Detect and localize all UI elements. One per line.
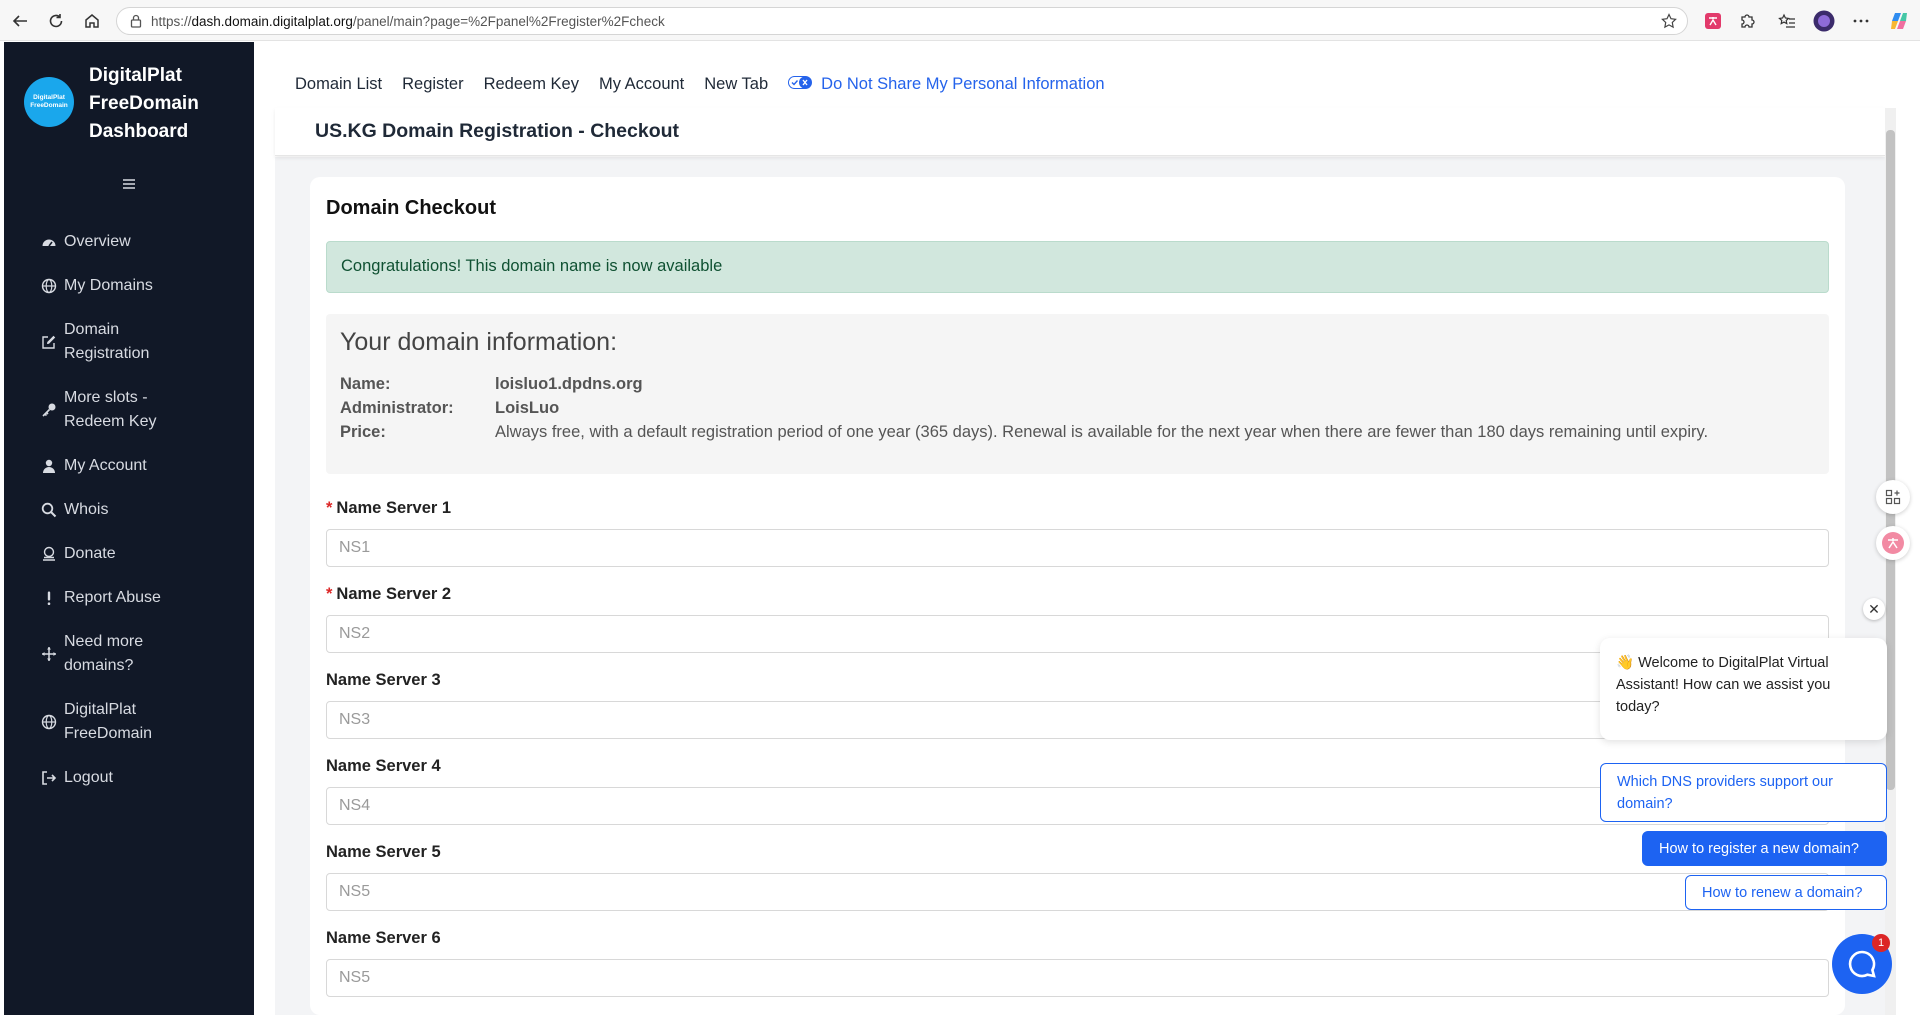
checkout-card: Domain Checkout Congratulations! This do… bbox=[310, 177, 1845, 1015]
page-title-bar: US.KG Domain Registration - Checkout bbox=[275, 108, 1885, 156]
nav-new-tab[interactable]: New Tab bbox=[704, 75, 768, 94]
brand-title: DigitalPlat FreeDomain Dashboard bbox=[89, 65, 199, 142]
top-navigation: Domain List Register Redeem Key My Accou… bbox=[275, 62, 1896, 106]
edit-icon bbox=[40, 333, 58, 351]
url-path: /panel/main?page=%2Fpanel%2Fregister%2Fc… bbox=[352, 13, 665, 29]
key-icon bbox=[40, 401, 58, 419]
url-host: dash.domain.digitalplat.org bbox=[191, 13, 353, 29]
globe-icon bbox=[40, 713, 58, 731]
name-server-5-input[interactable] bbox=[326, 873, 1829, 911]
sidebar-item-donate[interactable]: Donate bbox=[4, 532, 254, 576]
nav-register[interactable]: Register bbox=[402, 75, 463, 94]
chat-close-button[interactable]: ✕ bbox=[1863, 598, 1885, 620]
copilot-icon[interactable] bbox=[1888, 10, 1910, 32]
brand[interactable]: DigitalPlat FreeDomain DigitalPlat FreeD… bbox=[4, 42, 254, 162]
nav-redeem-key[interactable]: Redeem Key bbox=[484, 75, 579, 94]
price-value: Always free, with a default registration… bbox=[495, 423, 1709, 441]
sidebar-item-whois[interactable]: Whois bbox=[4, 488, 254, 532]
globe-icon bbox=[40, 277, 58, 295]
dashboard-icon bbox=[40, 233, 58, 251]
sidebar-item-domain-registration[interactable]: Domain Registration bbox=[4, 308, 254, 376]
required-asterisk: * bbox=[326, 499, 333, 517]
search-icon bbox=[40, 501, 58, 519]
page-title: US.KG Domain Registration - Checkout bbox=[315, 120, 680, 142]
lock-icon bbox=[129, 14, 143, 31]
privacy-link[interactable]: Do Not Share My Personal Information bbox=[788, 74, 1105, 94]
domain-info-panel: Your domain information: Name: loisluo1.… bbox=[326, 314, 1829, 474]
chat-option-renew-domain[interactable]: How to renew a domain? bbox=[1685, 875, 1887, 910]
name-server-5-label: Name Server 5 bbox=[326, 843, 441, 861]
nav-domain-list[interactable]: Domain List bbox=[295, 75, 382, 94]
add-app-icon[interactable] bbox=[1876, 480, 1910, 514]
sidebar: DigitalPlat FreeDomain DigitalPlat FreeD… bbox=[4, 42, 254, 1015]
administrator-value: LoisLuo bbox=[495, 399, 560, 417]
sidebar-menu: Overview My Domains Domain Registration M… bbox=[4, 220, 254, 800]
extension-translate-icon[interactable] bbox=[1702, 10, 1724, 32]
more-menu-icon[interactable] bbox=[1850, 10, 1872, 32]
refresh-icon[interactable] bbox=[44, 9, 68, 33]
success-alert: Congratulations! This domain name is now… bbox=[326, 241, 1829, 293]
home-icon[interactable] bbox=[80, 9, 104, 33]
brand-logo: DigitalPlat FreeDomain bbox=[24, 77, 74, 127]
info-row-name: Name: loisluo1.dpdns.org bbox=[340, 375, 643, 393]
domain-name-value: loisluo1.dpdns.org bbox=[495, 375, 643, 393]
exclamation-icon bbox=[40, 589, 58, 607]
domain-info-heading: Your domain information: bbox=[340, 328, 618, 356]
chat-option-register-domain[interactable]: How to register a new domain? bbox=[1642, 831, 1887, 866]
card-title: Domain Checkout bbox=[326, 197, 497, 219]
required-asterisk: * bbox=[326, 585, 333, 603]
chat-bubble-icon bbox=[1848, 950, 1876, 978]
donate-icon bbox=[40, 545, 58, 563]
browser-toolbar: https://dash.domain.digitalplat.org/pane… bbox=[0, 0, 1920, 41]
sidebar-item-my-domains[interactable]: My Domains bbox=[4, 264, 254, 308]
info-row-price: Price: Always free, with a default regis… bbox=[340, 423, 1709, 441]
chat-welcome-message: 👋 Welcome to DigitalPlat Virtual Assista… bbox=[1600, 638, 1887, 740]
sidebar-item-overview[interactable]: Overview bbox=[4, 220, 254, 264]
favorite-star-icon[interactable] bbox=[1661, 13, 1677, 32]
nav-my-account[interactable]: My Account bbox=[599, 75, 684, 94]
hamburger-menu-icon[interactable] bbox=[121, 176, 141, 192]
chat-option-dns-providers[interactable]: Which DNS providers support our domain? bbox=[1600, 763, 1887, 822]
favorites-list-icon[interactable] bbox=[1776, 10, 1798, 32]
translate-sidebar-icon[interactable] bbox=[1876, 526, 1910, 560]
sidebar-item-need-more-domains[interactable]: Need more domains? bbox=[4, 620, 254, 688]
chat-unread-badge: 1 bbox=[1872, 934, 1890, 952]
sidebar-item-logout[interactable]: Logout bbox=[4, 756, 254, 800]
name-server-2-label: * Name Server 2 bbox=[326, 585, 452, 603]
scrollbar-thumb[interactable] bbox=[1886, 130, 1895, 790]
info-row-administrator: Administrator: LoisLuo bbox=[340, 399, 560, 417]
privacy-toggle-icon bbox=[788, 75, 813, 94]
url-prefix: https:// bbox=[151, 13, 192, 29]
move-icon bbox=[40, 645, 58, 663]
user-icon bbox=[40, 457, 58, 475]
back-icon[interactable] bbox=[8, 9, 32, 33]
name-server-1-input[interactable] bbox=[326, 529, 1829, 567]
sidebar-item-redeem-key[interactable]: More slots - Redeem Key bbox=[4, 376, 254, 444]
name-server-1-label: * Name Server 1 bbox=[326, 499, 452, 517]
extensions-puzzle-icon[interactable] bbox=[1736, 10, 1758, 32]
profile-avatar-icon[interactable] bbox=[1813, 10, 1835, 32]
address-bar[interactable]: https://dash.domain.digitalplat.org/pane… bbox=[116, 7, 1688, 35]
sidebar-item-report-abuse[interactable]: Report Abuse bbox=[4, 576, 254, 620]
privacy-link-label: Do Not Share My Personal Information bbox=[821, 74, 1105, 93]
sidebar-item-my-account[interactable]: My Account bbox=[4, 444, 254, 488]
logout-icon bbox=[40, 769, 58, 787]
name-server-3-label: Name Server 3 bbox=[326, 671, 441, 689]
name-server-6-input[interactable] bbox=[326, 959, 1829, 997]
name-server-4-label: Name Server 4 bbox=[326, 757, 441, 775]
sidebar-item-digitalplat-freedomain[interactable]: DigitalPlat FreeDomain bbox=[4, 688, 254, 756]
name-server-6-label: Name Server 6 bbox=[326, 929, 441, 947]
